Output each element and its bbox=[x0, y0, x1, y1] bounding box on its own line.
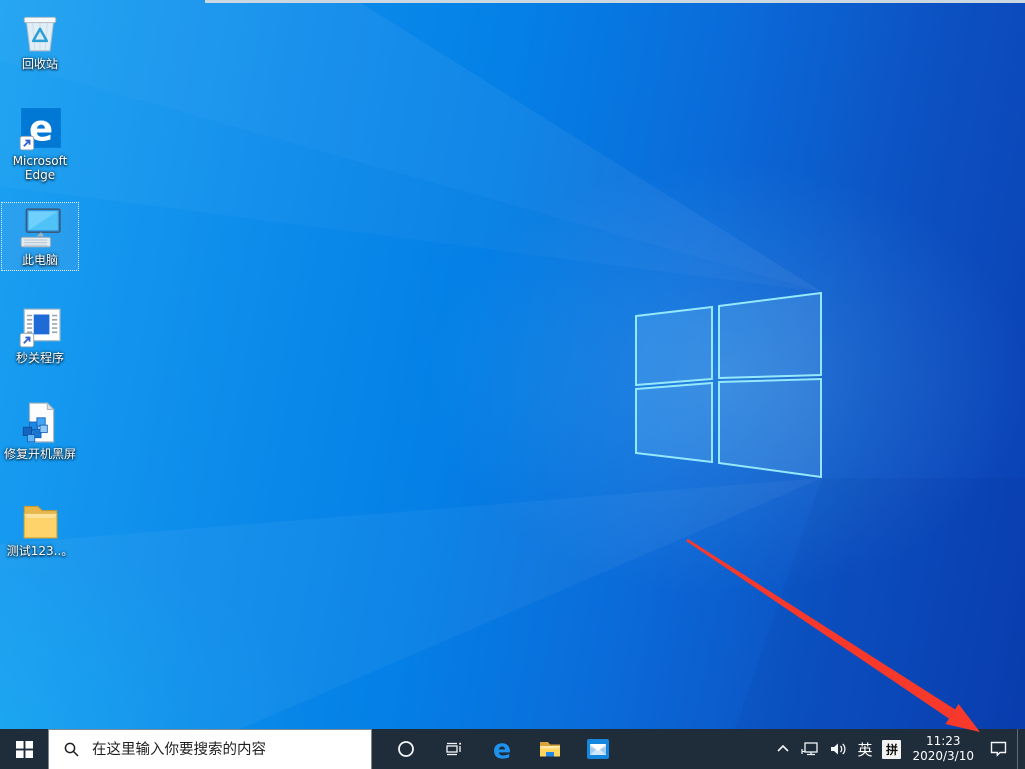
light-beam bbox=[0, 478, 822, 729]
this-pc-icon bbox=[20, 208, 61, 248]
windows-start-icon bbox=[15, 740, 33, 758]
icon-label: 测试123..。 bbox=[6, 544, 74, 558]
task-view-button[interactable] bbox=[430, 729, 478, 769]
registry-file-icon bbox=[22, 401, 55, 443]
file-explorer-button[interactable] bbox=[526, 729, 574, 769]
desktop-icon-microsoft-edge[interactable]: e Microsoft Edge bbox=[1, 103, 79, 186]
desktop-icon-this-pc[interactable]: 此电脑 bbox=[1, 202, 79, 271]
edge-taskbar-button[interactable]: e bbox=[478, 729, 526, 769]
cortana-icon bbox=[398, 741, 414, 757]
network-tray-button[interactable] bbox=[796, 729, 824, 769]
svg-text:e: e bbox=[493, 735, 511, 763]
icon-label: Microsoft Edge bbox=[12, 154, 68, 182]
search-input[interactable] bbox=[90, 740, 371, 759]
icon-label: 秒关程序 bbox=[15, 351, 64, 365]
windows-desktop: 回收站 e Microsoft Edge 此电脑 秒关程序 修复开机黑屏 测试1… bbox=[0, 0, 1025, 769]
edge-icon: e bbox=[493, 735, 511, 763]
language-label: 英 bbox=[857, 740, 873, 759]
language-indicator[interactable]: 英 bbox=[852, 729, 877, 769]
ime-label: 拼 bbox=[882, 739, 902, 759]
ethernet-network-icon bbox=[801, 742, 819, 756]
speaker-volume-icon bbox=[831, 743, 846, 755]
mail-button[interactable] bbox=[574, 729, 622, 769]
action-center-icon bbox=[990, 741, 1007, 757]
desktop-icon-recycle-bin[interactable]: 回收站 bbox=[1, 6, 79, 75]
volume-tray-button[interactable] bbox=[824, 729, 852, 769]
start-button[interactable] bbox=[0, 729, 48, 769]
program-window-icon bbox=[19, 308, 61, 348]
top-edge-window-strip bbox=[205, 0, 1025, 3]
shadow-wedge bbox=[735, 478, 1025, 729]
chevron-up-icon bbox=[777, 744, 790, 752]
recycle-bin-icon bbox=[23, 16, 57, 52]
desktop-wallpaper[interactable] bbox=[0, 0, 1025, 729]
mail-icon bbox=[587, 739, 609, 759]
wallpaper-art bbox=[0, 0, 1025, 729]
search-icon bbox=[64, 742, 79, 757]
desktop-icon-test-folder[interactable]: 测试123..。 bbox=[1, 493, 79, 562]
icon-label: 修复开机黑屏 bbox=[3, 447, 76, 461]
shortcut-arrow bbox=[19, 135, 35, 151]
action-center-button[interactable] bbox=[980, 729, 1017, 769]
file-explorer-icon bbox=[540, 742, 560, 757]
shortcut-arrow bbox=[19, 332, 35, 348]
task-view-icon bbox=[446, 742, 461, 756]
taskbar: e bbox=[0, 729, 1025, 769]
show-desktop-button[interactable] bbox=[1017, 729, 1025, 769]
taskbar-search-box[interactable] bbox=[48, 729, 372, 769]
windows-logo bbox=[635, 291, 822, 479]
ime-mode-button[interactable]: 拼 bbox=[877, 729, 906, 769]
tray-expand-button[interactable] bbox=[770, 729, 796, 769]
desktop-icon-fix-boot-black-screen[interactable]: 修复开机黑屏 bbox=[1, 396, 79, 465]
desktop-icon-miaoguan-program[interactable]: 秒关程序 bbox=[1, 300, 79, 369]
clock-date: 2020/3/10 bbox=[912, 749, 974, 763]
cortana-button[interactable] bbox=[382, 729, 430, 769]
clock-time: 11:23 bbox=[925, 734, 961, 748]
folder-icon bbox=[23, 505, 58, 539]
icon-label: 此电脑 bbox=[21, 253, 58, 267]
system-tray: 英 拼 11:23 2020/3/10 bbox=[770, 729, 1025, 769]
edge-icon: e bbox=[19, 108, 61, 151]
icon-label: 回收站 bbox=[21, 57, 58, 71]
clock[interactable]: 11:23 2020/3/10 bbox=[906, 734, 980, 764]
